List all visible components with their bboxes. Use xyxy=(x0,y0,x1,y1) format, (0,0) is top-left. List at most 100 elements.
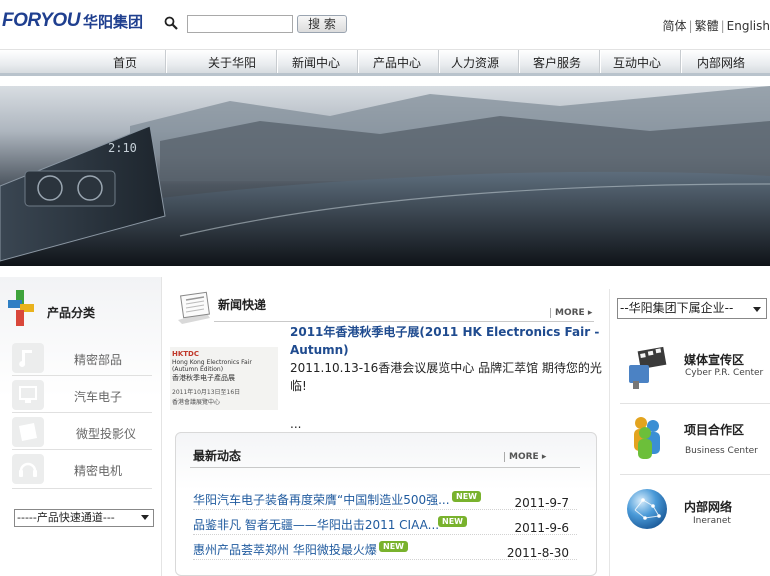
more-label: MORE xyxy=(509,452,539,462)
latest-news-title: 最新动态 xyxy=(193,449,242,463)
news-item-title[interactable]: 品鉴非凡 智者无疆——华阳出击2011 CIAA... xyxy=(193,516,439,533)
news-item-title[interactable]: 华阳汽车电子装备再度荣膺“中国制造业500强... xyxy=(193,491,450,508)
nav-item-about[interactable]: 关于华阳 xyxy=(208,54,256,71)
right-divider xyxy=(620,474,770,475)
media-center-subtitle: Cyber P.R. Center xyxy=(685,368,764,378)
category-label: 精密电机 xyxy=(74,464,123,478)
nav-item-interactive[interactable]: 互动中心 xyxy=(613,54,661,71)
product-quick-select[interactable]: -----产品快速通道--- xyxy=(14,509,154,527)
product-category-title: 产品分类 xyxy=(47,306,96,320)
thumb-title-cn: 香港秋季电子產品展 xyxy=(172,374,235,382)
search-input[interactable] xyxy=(187,15,293,33)
language-switcher: 简体 | 繁體 | English xyxy=(662,19,770,33)
micro-projector-icon xyxy=(12,417,44,447)
nav-item-products[interactable]: 产品中心 xyxy=(373,54,421,71)
chevron-right-icon: ▸ xyxy=(541,452,547,462)
svg-text:2:10: 2:10 xyxy=(108,141,137,155)
nav-underline xyxy=(0,73,770,76)
logo-text-cn: 华阳集团 xyxy=(82,12,143,31)
news-more-link[interactable]: MORE ▸ xyxy=(550,308,592,318)
thumb-title: Hong Kong Electronics Fair (Autumn Editi… xyxy=(172,359,252,373)
news-list-item[interactable]: 华阳汽车电子装备再度荣膺“中国制造业500强... NEW 2011-9-7 xyxy=(193,488,577,510)
search-button[interactable]: 搜 索 xyxy=(297,15,347,33)
category-item-micro-projector[interactable]: 微型投影仪 xyxy=(12,417,152,447)
group-companies-select-value: --华阳集团下属企业-- xyxy=(620,301,734,315)
nav-item-intranet[interactable]: 内部网络 xyxy=(697,54,745,71)
chevron-down-icon xyxy=(141,515,149,520)
category-divider xyxy=(12,412,152,413)
news-item-date: 2011-8-30 xyxy=(506,546,569,560)
intranet-link[interactable]: 内部网络 Ineranet xyxy=(617,486,770,556)
intranet-title: 内部网络 xyxy=(684,500,733,514)
news-thumbnail[interactable]: HKTDC Hong Kong Electronics Fair (Autumn… xyxy=(170,347,278,410)
category-label: 精密部品 xyxy=(74,353,123,367)
hero-banner: 2:10 xyxy=(0,86,770,266)
auto-electronics-icon xyxy=(12,380,44,410)
nav-divider xyxy=(357,50,358,75)
latest-header-line xyxy=(190,467,580,468)
category-label: 微型投影仪 xyxy=(76,427,137,441)
lang-simplified-link[interactable]: 简体 xyxy=(663,19,687,33)
news-ellipsis: ... xyxy=(290,417,302,431)
globe-network-icon xyxy=(627,489,667,529)
logo-text-en: FORYOU xyxy=(2,10,80,31)
category-divider xyxy=(12,375,152,376)
newspaper-icon xyxy=(178,291,210,324)
new-badge: NEW xyxy=(379,541,408,552)
news-header-line xyxy=(214,321,594,322)
business-center-subtitle: Business Center xyxy=(685,446,758,456)
news-summary: 2011.10.13-16香港会议展览中心 品牌汇萃馆 期待您的光临! xyxy=(290,361,602,393)
nav-item-hr[interactable]: 人力资源 xyxy=(451,54,499,71)
product-category-icon xyxy=(8,290,34,326)
film-media-icon xyxy=(629,346,667,389)
business-center-title: 项目合作区 xyxy=(684,423,745,437)
category-item-auto-electronics[interactable]: 汽车电子 xyxy=(12,380,152,410)
product-quick-select-value: -----产品快速通道--- xyxy=(17,511,115,524)
latest-more-link[interactable]: MORE ▸ xyxy=(504,452,546,462)
more-label: MORE xyxy=(555,308,585,318)
lang-traditional-link[interactable]: 繁體 xyxy=(695,19,719,33)
precision-parts-icon xyxy=(12,343,44,373)
group-companies-select[interactable]: --华阳集团下属企业-- xyxy=(617,298,767,319)
chevron-right-icon: ▸ xyxy=(587,308,593,318)
precision-motor-icon xyxy=(12,454,44,484)
people-cooperation-icon xyxy=(634,417,660,459)
thumb-date: 2011年10月13日至16日 xyxy=(172,389,241,396)
nav-divider xyxy=(165,50,166,75)
category-item-precision-motor[interactable]: 精密电机 xyxy=(12,454,152,484)
category-divider xyxy=(12,488,152,489)
chevron-down-icon xyxy=(753,307,761,312)
news-list-item[interactable]: 惠州产品荟萃郑州 华阳微投最火爆 NEW 2011-8-30 xyxy=(193,538,577,560)
new-badge: NEW xyxy=(438,516,467,527)
banner-artwork: 2:10 xyxy=(0,86,770,266)
nav-divider xyxy=(680,50,681,75)
media-center-title: 媒体宣传区 xyxy=(684,353,745,367)
category-label: 汽车电子 xyxy=(74,390,123,404)
nav-item-home[interactable]: 首页 xyxy=(113,54,137,71)
lang-english-link[interactable]: English xyxy=(727,19,770,33)
media-center-link[interactable]: 媒体宣传区 Cyber P.R. Center xyxy=(617,345,770,415)
search-icon xyxy=(164,16,178,30)
nav-item-service[interactable]: 客户服务 xyxy=(533,54,581,71)
nav-item-news[interactable]: 新闻中心 xyxy=(292,54,340,71)
news-headline-link[interactable]: 2011年香港秋季电子展(2011 HK Electronics Fair - … xyxy=(290,323,600,359)
nav-divider xyxy=(276,50,277,75)
header: FORYOU 华阳集团 搜 索 简体 | 繁體 | English xyxy=(0,0,770,48)
nav-divider xyxy=(438,50,439,75)
category-divider xyxy=(12,449,152,450)
nav-divider xyxy=(599,50,600,75)
main-nav: 首页 关于华阳 新闻中心 产品中心 人力资源 客户服务 互动中心 内部网络 xyxy=(0,49,770,75)
foryou-logo[interactable]: FORYOU 华阳集团 xyxy=(2,10,143,32)
news-section-title: 新闻快递 xyxy=(218,298,267,312)
right-divider xyxy=(620,403,770,404)
new-badge: NEW xyxy=(452,491,481,502)
category-item-precision-parts[interactable]: 精密部品 xyxy=(12,343,152,373)
thumb-venue: 香港會議展覽中心 xyxy=(172,399,221,406)
news-item-date: 2011-9-7 xyxy=(514,496,569,510)
intranet-subtitle: Ineranet xyxy=(693,516,731,526)
news-list-item[interactable]: 品鉴非凡 智者无疆——华阳出击2011 CIAA... NEW 2011-9-6 xyxy=(193,513,577,535)
nav-divider xyxy=(518,50,519,75)
thumb-hktdc: HKTDC xyxy=(172,350,200,358)
news-item-title[interactable]: 惠州产品荟萃郑州 华阳微投最火爆 xyxy=(193,541,377,558)
news-item-date: 2011-9-6 xyxy=(514,521,569,535)
